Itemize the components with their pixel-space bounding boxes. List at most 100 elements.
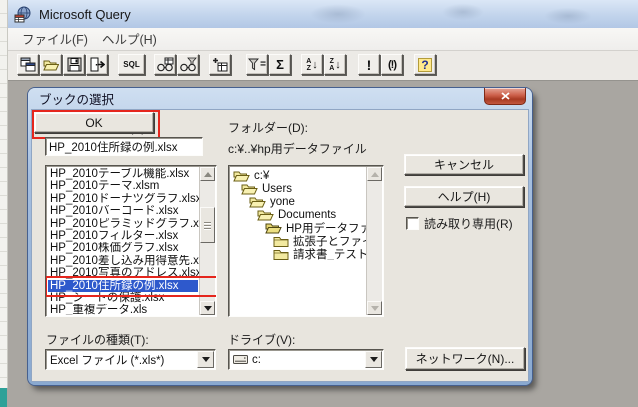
folder-tree-item[interactable]: Users bbox=[231, 182, 366, 195]
file-list-item[interactable]: HP_2010テーマ.xlsm bbox=[48, 180, 199, 192]
return-data-button[interactable] bbox=[86, 54, 108, 75]
file-list-item[interactable]: HP_2010写真のアドレス.xlsx bbox=[48, 267, 199, 279]
ok-button[interactable]: OK bbox=[34, 112, 154, 133]
file-list-item[interactable]: HP_2010ドーナツグラフ.xlsx bbox=[48, 193, 199, 205]
arrow-down-icon: ↓ bbox=[312, 58, 318, 71]
sql-icon: SQL bbox=[123, 60, 140, 69]
sort-asc-icon: A Z bbox=[306, 57, 312, 72]
file-list-item[interactable]: HP_2010住所録の例.xlsx bbox=[48, 279, 198, 292]
file-list: HP_2010テーブル機能.xlsx HP_2010テーマ.xlsm HP_2010… bbox=[45, 165, 217, 317]
file-type-label: ファイルの種類(T): bbox=[46, 333, 149, 347]
add-table-button[interactable] bbox=[209, 54, 231, 75]
chevron-down-icon[interactable] bbox=[365, 351, 382, 368]
folder-path: c:¥..¥hp用データファイル bbox=[228, 142, 367, 156]
folder-name: HP用データファイル bbox=[286, 222, 366, 235]
select-workbook-dialog: ブックの選択 データベース名(A) フォルダー(D): c:¥..¥hp用データ… bbox=[28, 88, 532, 385]
file-type-select[interactable]: Excel ファイル (*.xls*) bbox=[45, 349, 216, 370]
dialog-title: ブックの選択 bbox=[39, 93, 115, 107]
folder-tree-scrollbar[interactable] bbox=[366, 167, 382, 315]
readonly-label: 読み取り専用(R) bbox=[424, 217, 513, 231]
drive-icon bbox=[233, 355, 248, 364]
auto-query-button[interactable]: (!) bbox=[381, 54, 403, 75]
folder-name: Documents bbox=[278, 208, 337, 221]
sort-ascending-button[interactable]: A Z ↓ bbox=[301, 54, 323, 75]
file-list-scrollbar[interactable] bbox=[199, 167, 215, 315]
file-list-item[interactable]: HP_2010テーブル機能.xlsx bbox=[48, 168, 199, 180]
help-button[interactable]: ヘルプ(H) bbox=[404, 186, 524, 207]
closed-folder-icon bbox=[273, 248, 289, 260]
window-title: Microsoft Query bbox=[39, 6, 131, 22]
view-sql-button[interactable]: SQL bbox=[118, 54, 145, 75]
folder-name: yone bbox=[270, 195, 295, 208]
file-list-item[interactable]: HP_シートの保護.xlsx bbox=[48, 292, 199, 304]
file-list-item[interactable]: HP_2010フィルター.xlsx bbox=[48, 230, 199, 242]
sort-descending-button[interactable]: Z A ↓ bbox=[324, 54, 346, 75]
folder-tree-item[interactable]: c:¥ bbox=[231, 169, 366, 182]
help-icon: ? bbox=[418, 57, 432, 72]
new-query-button[interactable] bbox=[17, 54, 39, 75]
dialog-titlebar[interactable]: ブックの選択 bbox=[31, 88, 529, 109]
drive-select[interactable]: c: bbox=[228, 349, 384, 370]
desktop-edge bbox=[0, 0, 8, 388]
open-query-button[interactable] bbox=[40, 54, 62, 75]
menu-help[interactable]: ヘルプ(H) bbox=[96, 27, 165, 51]
drive-label: ドライブ(V): bbox=[228, 333, 296, 347]
open-folder-icon bbox=[257, 208, 274, 221]
close-button[interactable] bbox=[484, 88, 526, 105]
exclamation-icon: ! bbox=[366, 56, 372, 73]
equals-icon: = bbox=[260, 59, 266, 70]
folder-tree-item[interactable]: 請求書_テストデー bbox=[231, 247, 366, 260]
show-tables-button[interactable] bbox=[154, 54, 176, 75]
file-list-item[interactable]: HP_2010ピラミッドグラフ.xlsx bbox=[48, 218, 199, 230]
criteria-equals-button[interactable]: = bbox=[246, 54, 268, 75]
menu-file[interactable]: ファイル(F) bbox=[16, 27, 96, 51]
folder-tree: c:¥UsersyoneDocumentsHP用データファイル拡張子とファイルア… bbox=[228, 165, 384, 317]
sigma-icon: Σ bbox=[276, 57, 284, 72]
open-folder-icon bbox=[233, 169, 250, 182]
file-list-item[interactable]: HP_重複データ.xls bbox=[48, 304, 199, 315]
readonly-checkbox-row: 読み取り専用(R) bbox=[406, 215, 513, 232]
show-criteria-button[interactable] bbox=[177, 54, 199, 75]
folder-name: c:¥ bbox=[254, 169, 270, 182]
database-name-input[interactable] bbox=[45, 137, 203, 156]
file-list-item[interactable]: HP_2010株価グラフ.xlsx bbox=[48, 242, 199, 254]
sort-desc-icon: Z A bbox=[329, 57, 335, 72]
help-toolbar-button[interactable]: ? bbox=[414, 54, 436, 75]
folder-tree-item[interactable]: Documents bbox=[231, 208, 366, 221]
auto-query-icon: (!) bbox=[388, 58, 397, 71]
scroll-up-arrow[interactable] bbox=[200, 167, 215, 181]
readonly-checkbox[interactable] bbox=[406, 217, 419, 230]
close-icon bbox=[500, 92, 510, 100]
app-icon bbox=[14, 6, 31, 23]
open-folder-icon bbox=[265, 221, 282, 234]
closed-folder-icon bbox=[273, 235, 289, 247]
cancel-button[interactable]: キャンセル bbox=[404, 154, 524, 175]
scroll-down-arrow[interactable] bbox=[200, 301, 215, 315]
folder-tree-item[interactable]: yone bbox=[231, 195, 366, 208]
network-button[interactable]: ネットワーク(N)... bbox=[405, 347, 525, 370]
cycle-totals-button[interactable]: Σ bbox=[269, 54, 291, 75]
folder-name: 拡張子とファイルア bbox=[293, 235, 366, 248]
chevron-down-icon[interactable] bbox=[197, 351, 214, 368]
save-query-button[interactable] bbox=[63, 54, 85, 75]
scroll-thumb[interactable] bbox=[200, 207, 215, 243]
file-type-value: Excel ファイル (*.xls*) bbox=[50, 354, 165, 367]
folder-tree-item[interactable]: HP用データファイル bbox=[231, 221, 366, 234]
arrow-down-icon: ↓ bbox=[335, 58, 341, 71]
drive-value: c: bbox=[252, 353, 261, 366]
scroll-up-arrow-disabled bbox=[367, 167, 382, 181]
dialog-body: データベース名(A) フォルダー(D): c:¥..¥hp用データファイル HP… bbox=[31, 109, 529, 382]
folder-name: 請求書_テストデー bbox=[293, 248, 366, 261]
menu-bar: ファイル(F) ヘルプ(H) bbox=[8, 28, 638, 51]
open-folder-icon bbox=[241, 182, 258, 195]
query-now-button[interactable]: ! bbox=[358, 54, 380, 75]
open-folder-icon bbox=[249, 195, 266, 208]
folder-tree-item[interactable]: 拡張子とファイルア bbox=[231, 234, 366, 247]
screen: Microsoft Query ファイル(F) ヘルプ(H) SQL = Σ A… bbox=[0, 0, 638, 407]
file-list-item[interactable]: HP_2010差し込み用得意先.xlsx bbox=[48, 255, 199, 267]
folder-name: Users bbox=[262, 182, 293, 195]
toolbar: SQL = Σ A Z ↓ Z A ↓ ! (!) ? bbox=[8, 51, 638, 81]
window-titlebar[interactable]: Microsoft Query bbox=[8, 0, 638, 28]
scroll-down-arrow-disabled bbox=[367, 301, 382, 315]
file-list-item[interactable]: HP_2010バーコード.xlsx bbox=[48, 205, 199, 217]
